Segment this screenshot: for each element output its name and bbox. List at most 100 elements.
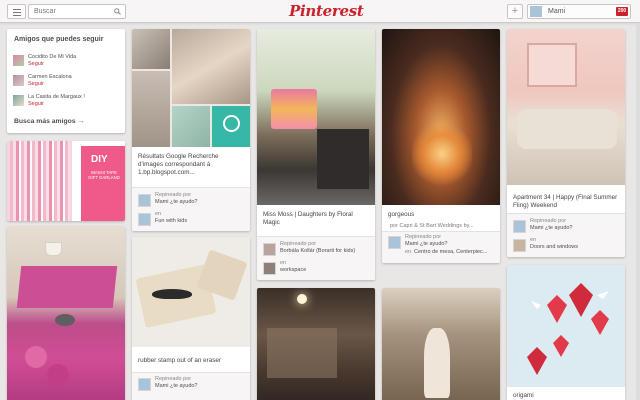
pin-card[interactable]: [257, 288, 375, 400]
find-more-friends-link[interactable]: Busca más amigos →: [14, 118, 84, 125]
menu-icon: [13, 9, 21, 10]
follow-link[interactable]: Seguir: [28, 81, 44, 87]
repin-label: Repineado por: [280, 241, 317, 247]
avatar[interactable]: [513, 220, 526, 233]
board-thumbnail[interactable]: [513, 239, 526, 252]
avatar[interactable]: [388, 236, 401, 249]
room-shape: [267, 328, 337, 378]
lamp-shape: [297, 294, 307, 304]
repin-user[interactable]: Mami ¿te ayudo?: [155, 383, 198, 390]
search-input[interactable]: [29, 5, 109, 18]
collage-tile: [132, 71, 170, 147]
flowers-shape: [271, 89, 317, 129]
follow-link[interactable]: Seguir: [28, 101, 44, 107]
friend-item[interactable]: Carmen Escalona Seguir: [13, 73, 123, 89]
pin-footer: Repineado por Mami ¿te ayudo? en Doors a…: [507, 213, 625, 257]
pin-description: rubber stamp out of an eraser: [138, 357, 221, 364]
avatar: [13, 95, 24, 106]
repin-label: Repineado por: [155, 192, 192, 198]
board-thumbnail[interactable]: [138, 213, 151, 226]
menu-button[interactable]: [7, 4, 26, 19]
pin-card[interactable]: [382, 288, 500, 400]
pin-card[interactable]: Miss Moss | Daughters by Floral Magic Re…: [257, 29, 375, 280]
board-link[interactable]: Fun with kids: [155, 218, 187, 225]
felt-circle: [25, 346, 47, 368]
pin-card[interactable]: Apartment 34 | Happy (Final Summer Fling…: [507, 29, 625, 257]
pin-image[interactable]: [257, 288, 375, 400]
collage-tile: [172, 29, 250, 104]
search-icon[interactable]: [114, 8, 121, 15]
avatar: [530, 6, 542, 17]
pin-card[interactable]: Résultats Google Recherche d'images corr…: [132, 29, 250, 231]
menu-icon-line: [13, 12, 21, 13]
pin-image[interactable]: [507, 29, 625, 185]
friends-suggestion-box: Amigos que puedes seguir Cocidito De Mi …: [7, 29, 125, 133]
pin-image[interactable]: [507, 265, 625, 387]
pin-image[interactable]: [132, 237, 250, 347]
felt-circle: [47, 364, 69, 386]
cup-shape: [45, 242, 62, 256]
friends-title: Amigos que puedes seguir: [14, 36, 104, 43]
pin-image[interactable]: [257, 29, 375, 205]
friend-name[interactable]: La Casita de Margaux !: [28, 94, 85, 100]
repin-user[interactable]: Mami ¿te ayudo?: [405, 241, 448, 248]
repin-label: Repineado por: [530, 218, 567, 224]
avatar[interactable]: [138, 194, 151, 207]
collage-tile: [172, 106, 210, 147]
collage-teal-tile: [212, 106, 250, 147]
pin-description: Miss Moss | Daughters by Floral Magic: [263, 211, 353, 226]
follow-link[interactable]: Seguir: [28, 61, 44, 67]
fabric-shape: [16, 266, 118, 308]
avatar[interactable]: [263, 243, 276, 256]
notification-badge[interactable]: 200: [616, 7, 628, 16]
pin-image[interactable]: [7, 226, 125, 400]
repin-user[interactable]: Borbála Kollár (Borarti for kids): [280, 248, 355, 255]
pin-description: gorgeous: [388, 211, 415, 218]
repin-user[interactable]: Mami ¿te ayudo?: [155, 199, 198, 206]
pinterest-logo[interactable]: Pinterest: [289, 2, 364, 20]
board-link[interactable]: workspace: [280, 267, 306, 274]
friend-item[interactable]: La Casita de Margaux ! Seguir: [13, 93, 123, 109]
on-label: en: [530, 237, 537, 243]
window-frame: [527, 43, 577, 87]
diy-subtitle: WASHI TAPE GIFT GARLAND: [88, 170, 120, 180]
pin-card[interactable]: DIY WASHI TAPE GIFT GARLAND: [7, 141, 125, 221]
pin-card[interactable]: origami: [507, 265, 625, 400]
board-link[interactable]: Centro de mesa, Centerpiec...: [414, 249, 487, 256]
pin-footer: Repineado por Mami ¿te ayudo? en Fun wit…: [132, 187, 250, 231]
repin-label: Repineado por: [155, 376, 192, 382]
friend-name[interactable]: Cocidito De Mi Vida: [28, 54, 76, 60]
pin-card[interactable]: gorgeous por Capri & St Bart Weddings by…: [382, 29, 500, 263]
add-pin-button[interactable]: +: [507, 4, 523, 19]
pin-description: origami: [513, 392, 534, 399]
mustache-shape: [152, 289, 192, 299]
pin-source[interactable]: por Capri & St Bart Weddings by...: [390, 223, 474, 230]
user-menu[interactable]: Mami 200: [527, 4, 631, 19]
pin-card[interactable]: rubber stamp out of an eraser Repineado …: [132, 237, 250, 400]
pin-image[interactable]: DIY WASHI TAPE GIFT GARLAND: [7, 141, 125, 221]
avatar[interactable]: [138, 378, 151, 391]
user-name: Mami: [548, 8, 566, 15]
pin-card[interactable]: [7, 226, 125, 400]
friend-item[interactable]: Cocidito De Mi Vida Seguir: [13, 53, 123, 69]
collage-tile: [132, 29, 170, 69]
avatar: [13, 75, 24, 86]
girl-shape: [424, 328, 450, 398]
garland-image: [10, 141, 70, 221]
sofa-shape: [517, 109, 617, 149]
board-thumbnail[interactable]: [263, 262, 276, 275]
search-box: [28, 4, 126, 19]
repin-label: Repineado por: [405, 234, 442, 240]
board-link[interactable]: Doors and windows: [530, 244, 578, 251]
candles-shape: [412, 119, 472, 189]
pin-image[interactable]: [132, 29, 250, 147]
repin-user[interactable]: Mami ¿te ayudo?: [530, 225, 573, 232]
pin-description: Résultats Google Recherche d'images corr…: [138, 153, 219, 176]
page-scrollbar[interactable]: [636, 23, 640, 400]
avatar: [13, 55, 24, 66]
pin-image[interactable]: [382, 288, 500, 400]
friend-name[interactable]: Carmen Escalona: [28, 74, 72, 80]
on-label: en: [155, 211, 162, 217]
pin-footer: Repineado por Borbála Kollár (Borarti fo…: [257, 236, 375, 280]
pin-image[interactable]: [382, 29, 500, 205]
